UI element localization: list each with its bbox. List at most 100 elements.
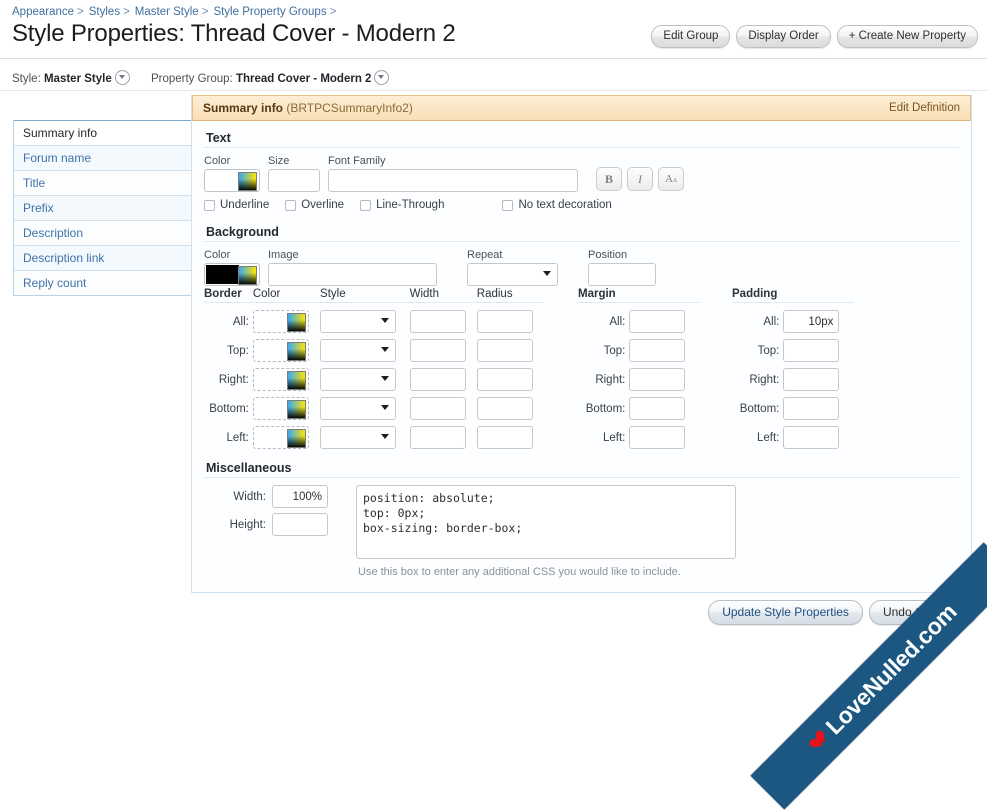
margin-block: Margin All: Top: Right: Bottom: Left: — [578, 288, 700, 455]
margin-input-left[interactable] — [629, 426, 686, 449]
background-position-input[interactable] — [588, 263, 656, 286]
text-decoration-checkboxes: Underline Overline Line-Through No text … — [204, 199, 959, 211]
breadcrumb-item-appearance[interactable]: Appearance — [12, 6, 74, 18]
border-style-header: Style — [320, 288, 346, 300]
no-text-decoration-label: No text decoration — [518, 199, 612, 211]
margin-row-top: Top: — [578, 339, 700, 368]
overline-checkbox[interactable] — [285, 199, 297, 211]
chevron-down-icon[interactable] — [114, 70, 130, 85]
width-input[interactable] — [272, 485, 328, 508]
border-row-left: Left: — [204, 426, 544, 455]
margin-row-label: Right: — [595, 373, 626, 386]
border-color-picker-right[interactable] — [252, 368, 309, 391]
padding-input-all[interactable] — [783, 310, 840, 333]
background-color-group: Color — [204, 249, 260, 286]
margin-input-all[interactable] — [629, 310, 686, 333]
border-radius-input-right[interactable] — [476, 368, 533, 391]
custom-css-textarea[interactable]: position: absolute; top: 0px; box-sizing… — [356, 485, 736, 559]
border-color-picker-left[interactable] — [252, 426, 309, 449]
capitalize-button[interactable]: Aʌ — [658, 167, 684, 191]
border-style-select-left[interactable] — [320, 426, 397, 449]
edit-group-button[interactable]: Edit Group — [651, 25, 731, 48]
border-width-input-all[interactable] — [409, 310, 466, 333]
sidebar-item-title[interactable]: Title — [14, 170, 194, 195]
margin-row-left: Left: — [578, 426, 700, 455]
border-color-picker-top[interactable] — [252, 339, 309, 362]
border-radius-input-bottom[interactable] — [476, 397, 533, 420]
text-style-buttons: B I Aʌ — [596, 167, 684, 192]
panel-header: Summary info (BRTPCSummaryInfo2) Edit De… — [192, 95, 971, 121]
background-section-title: Background — [206, 225, 279, 239]
property-list-sidebar: Summary info Forum name Title Prefix Des… — [13, 120, 195, 296]
border-width-input-bottom[interactable] — [409, 397, 466, 420]
border-style-select-top[interactable] — [320, 339, 397, 362]
update-style-properties-button[interactable]: Update Style Properties — [708, 600, 863, 625]
no-text-decoration-checkbox[interactable] — [502, 199, 514, 211]
margin-input-top[interactable] — [629, 339, 686, 362]
border-style-select-bottom[interactable] — [320, 397, 397, 420]
border-block: Border Color Style Width Radius All: Top… — [204, 288, 544, 455]
border-radius-input-top[interactable] — [476, 339, 533, 362]
padding-input-right[interactable] — [783, 368, 840, 391]
padding-input-top[interactable] — [783, 339, 840, 362]
padding-row-label: Left: — [756, 431, 780, 444]
background-position-group: Position — [588, 249, 656, 286]
underline-checkbox[interactable] — [204, 199, 215, 211]
background-image-label: Image — [268, 249, 299, 261]
edit-definition-link[interactable]: Edit Definition — [889, 96, 960, 120]
section-divider — [204, 241, 959, 242]
italic-button[interactable]: I — [627, 167, 653, 191]
sidebar-item-forum-name[interactable]: Forum name — [14, 145, 194, 170]
background-color-picker[interactable] — [204, 263, 260, 286]
custom-css-hint: Use this box to enter any additional CSS… — [358, 566, 681, 578]
border-width-input-top[interactable] — [409, 339, 466, 362]
breadcrumb: Appearance > Styles > Master Style > Style Pro… — [12, 6, 341, 18]
border-radius-input-all[interactable] — [476, 310, 533, 333]
sidebar-item-summary-info[interactable]: Summary info — [14, 120, 194, 145]
border-style-select-all[interactable] — [320, 310, 397, 333]
breadcrumb-item-styles[interactable]: Styles — [89, 6, 120, 18]
background-image-input[interactable] — [268, 263, 437, 286]
padding-row-left: Left: — [732, 426, 854, 455]
sidebar-item-reply-count[interactable]: Reply count — [14, 270, 194, 295]
border-width-input-left[interactable] — [409, 426, 466, 449]
text-color-picker[interactable] — [204, 169, 260, 192]
padding-row-label: Bottom: — [739, 402, 780, 415]
padding-row-label: Top: — [757, 344, 780, 357]
text-size-input[interactable] — [268, 169, 320, 192]
border-color-header: Color — [252, 288, 281, 300]
sidebar-item-prefix[interactable]: Prefix — [14, 195, 194, 220]
margin-input-bottom[interactable] — [629, 397, 686, 420]
breadcrumb-item-master-style[interactable]: Master Style — [135, 6, 199, 18]
margin-input-right[interactable] — [629, 368, 686, 391]
create-new-property-button[interactable]: + Create New Property — [836, 25, 978, 48]
padding-input-left[interactable] — [783, 426, 840, 449]
sidebar-item-description-link[interactable]: Description link — [14, 245, 194, 270]
display-order-button[interactable]: Display Order — [736, 25, 831, 48]
breadcrumb-separator: > — [329, 6, 337, 18]
background-fields-row: Color Image Repeat Position — [204, 249, 959, 286]
misc-fields-row: Width: Height: position: absolute; top: … — [204, 485, 959, 578]
breadcrumb-separator: > — [123, 6, 130, 18]
margin-header: Margin — [578, 288, 616, 300]
border-color-picker-bottom[interactable] — [252, 397, 309, 420]
height-input[interactable] — [272, 513, 328, 536]
background-repeat-select-wrap — [467, 263, 558, 286]
bold-button[interactable]: B — [596, 167, 622, 191]
font-family-input[interactable] — [328, 169, 578, 192]
border-width-input-right[interactable] — [409, 368, 466, 391]
breadcrumb-item-style-property-groups[interactable]: Style Property Groups — [213, 6, 326, 18]
selector-divider — [0, 90, 987, 91]
border-radius-input-left[interactable] — [476, 426, 533, 449]
padding-input-bottom[interactable] — [783, 397, 840, 420]
border-row-label: All: — [232, 315, 249, 328]
border-style-select-right[interactable] — [320, 368, 397, 391]
capitalize-sub-glyph: ʌ — [672, 174, 677, 184]
border-color-picker-all[interactable] — [252, 310, 309, 333]
background-image-group: Image — [268, 249, 437, 286]
border-row-all: All: — [204, 310, 544, 339]
sidebar-item-description[interactable]: Description — [14, 220, 194, 245]
background-repeat-select[interactable] — [467, 263, 558, 286]
chevron-down-icon[interactable] — [374, 70, 390, 85]
line-through-checkbox[interactable] — [360, 199, 372, 211]
